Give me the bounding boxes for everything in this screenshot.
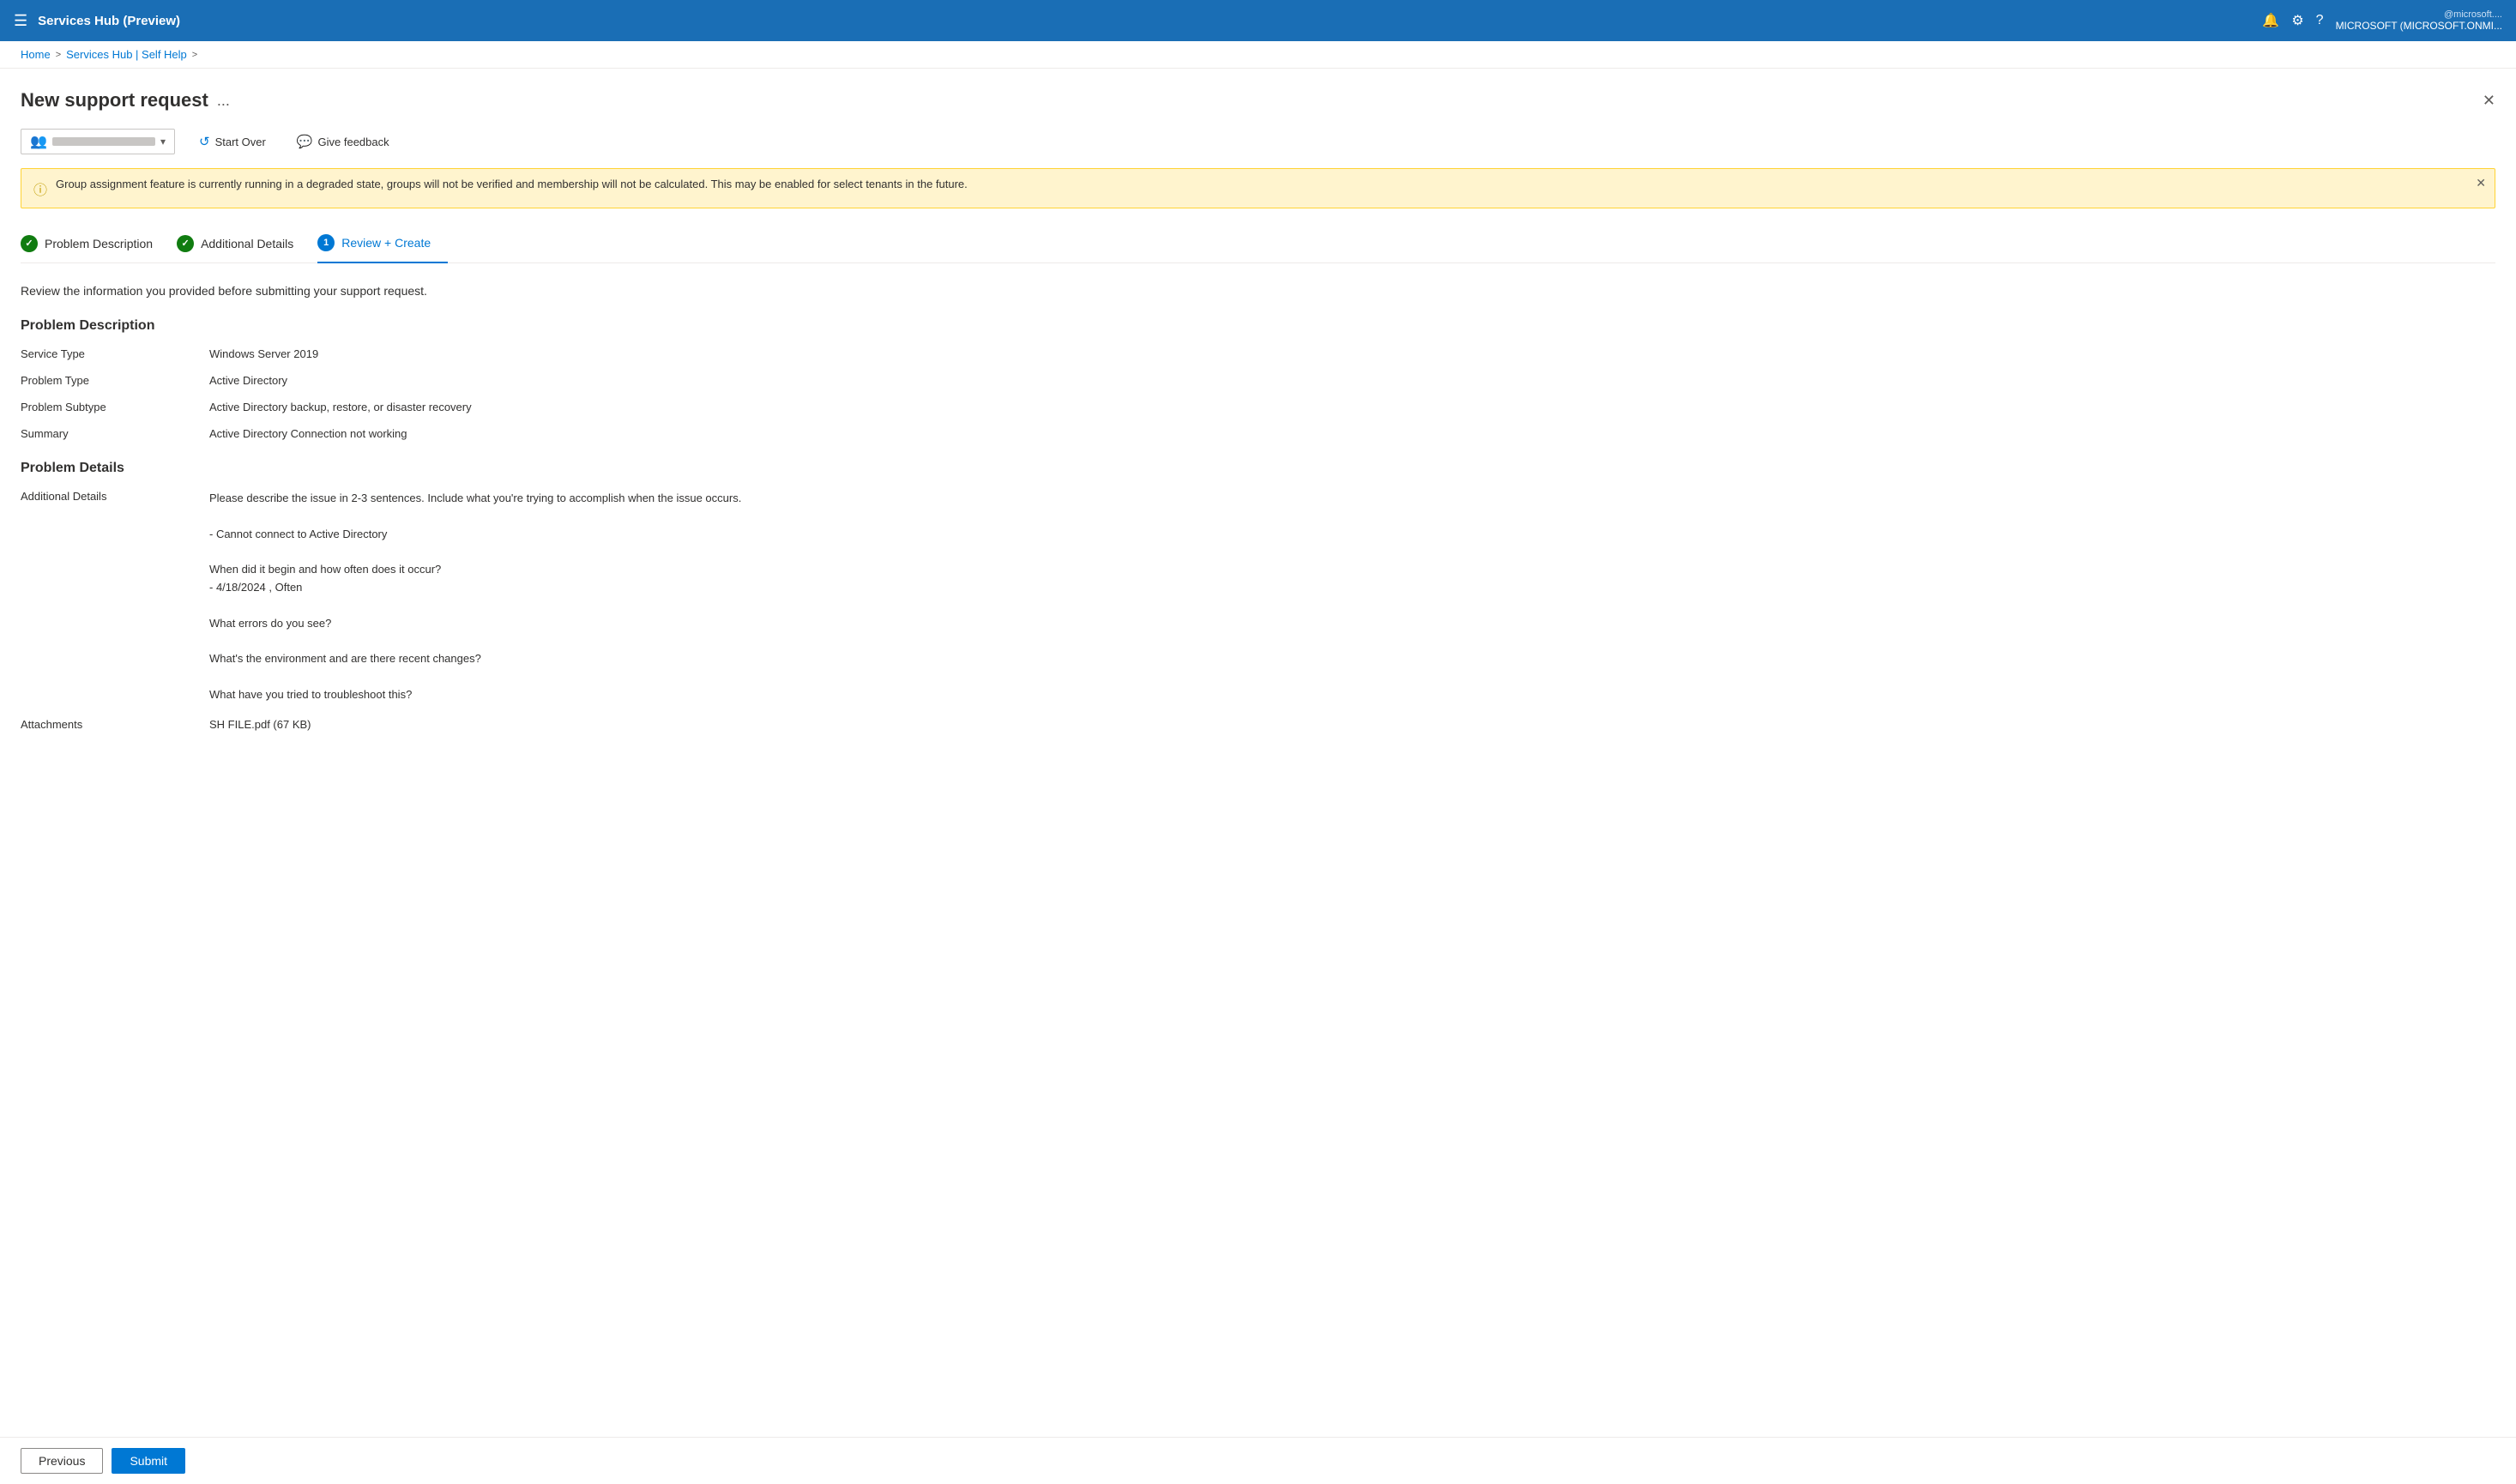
problem-subtype-row: Problem Subtype Active Directory backup,…	[21, 401, 2490, 413]
bell-icon[interactable]: 🔔	[2262, 12, 2279, 29]
service-type-value: Windows Server 2019	[209, 347, 2490, 360]
service-type-row: Service Type Windows Server 2019	[21, 347, 2490, 360]
user-info[interactable]: @microsoft.... MICROSOFT (MICROSOFT.ONMI…	[2336, 9, 2502, 32]
summary-label: Summary	[21, 427, 209, 440]
page-header: New support request ... ✕	[21, 89, 2495, 112]
attachments-row: Attachments SH FILE.pdf (67 KB)	[21, 718, 2490, 731]
review-content: Review the information you provided befo…	[21, 284, 2495, 813]
give-feedback-label: Give feedback	[318, 136, 389, 148]
help-icon[interactable]: ?	[2316, 13, 2324, 28]
group-selector[interactable]: 👥 ▾	[21, 129, 175, 154]
additional-details-row: Additional Details Please describe the i…	[21, 490, 2490, 704]
toolbar: 👥 ▾ ↺ Start Over 💬 Give feedback	[21, 129, 2495, 154]
step-1-label: Problem Description	[45, 237, 153, 250]
step-3-label: Review + Create	[341, 236, 431, 250]
additional-details-value: Please describe the issue in 2-3 sentenc…	[209, 490, 2490, 704]
breadcrumb-sep1: >	[56, 50, 61, 60]
top-bar-icons: 🔔 ⚙ ? @microsoft.... MICROSOFT (MICROSOF…	[2262, 9, 2502, 32]
review-intro-text: Review the information you provided befo…	[21, 284, 2490, 298]
feedback-icon: 💬	[297, 134, 313, 149]
service-type-label: Service Type	[21, 347, 209, 360]
main-content: New support request ... ✕ 👥 ▾ ↺ Start Ov…	[0, 69, 2516, 1479]
breadcrumb: Home > Services Hub | Self Help >	[0, 41, 2516, 69]
summary-value: Active Directory Connection not working	[209, 427, 2490, 440]
step-problem-description[interactable]: ✓ Problem Description	[21, 226, 170, 262]
group-bar	[52, 137, 155, 146]
attachments-label: Attachments	[21, 718, 209, 731]
close-button[interactable]: ✕	[2483, 92, 2495, 110]
warning-close-button[interactable]: ✕	[2476, 176, 2486, 190]
warning-text: Group assignment feature is currently ru…	[56, 178, 2483, 190]
top-bar: ☰ Services Hub (Preview) 🔔 ⚙ ? @microsof…	[0, 0, 2516, 41]
user-tenant: MICROSOFT (MICROSOFT.ONMI...	[2336, 20, 2502, 32]
page-container: ☰ Services Hub (Preview) 🔔 ⚙ ? @microsof…	[0, 0, 2516, 1484]
previous-button[interactable]: Previous	[21, 1448, 103, 1474]
problem-subtype-value: Active Directory backup, restore, or dis…	[209, 401, 2490, 413]
add-detail-line-5: - 4/18/2024 , Often	[209, 581, 302, 594]
summary-row: Summary Active Directory Connection not …	[21, 427, 2490, 440]
step-additional-details[interactable]: ✓ Additional Details	[177, 226, 311, 262]
step-2-circle: ✓	[177, 235, 194, 252]
add-detail-line-0: Please describe the issue in 2-3 sentenc…	[209, 492, 741, 504]
group-chevron-icon: ▾	[160, 136, 166, 148]
add-detail-line-11: What have you tried to troubleshoot this…	[209, 688, 412, 701]
step-review-create[interactable]: 1 Review + Create	[317, 226, 448, 263]
app-title: Services Hub (Preview)	[38, 14, 2252, 28]
bottom-bar: Previous Submit	[0, 1437, 2516, 1484]
problem-description-heading: Problem Description	[21, 318, 2490, 334]
add-detail-line-9: What's the environment and are there rec…	[209, 652, 481, 665]
breadcrumb-home[interactable]: Home	[21, 48, 51, 61]
start-over-label: Start Over	[215, 136, 266, 148]
step-1-circle: ✓	[21, 235, 38, 252]
problem-subtype-label: Problem Subtype	[21, 401, 209, 413]
give-feedback-button[interactable]: 💬 Give feedback	[290, 130, 396, 153]
user-email: @microsoft....	[2336, 9, 2502, 20]
start-over-button[interactable]: ↺ Start Over	[192, 130, 273, 153]
attachments-value: SH FILE.pdf (67 KB)	[209, 718, 2490, 731]
add-detail-line-2: - Cannot connect to Active Directory	[209, 528, 387, 540]
title-area: New support request ...	[21, 89, 230, 112]
steps-bar: ✓ Problem Description ✓ Additional Detai…	[21, 226, 2495, 263]
add-detail-line-7: What errors do you see?	[209, 617, 331, 630]
page-title: New support request	[21, 89, 208, 112]
warning-banner: ⓘ Group assignment feature is currently …	[21, 168, 2495, 208]
problem-details-heading: Problem Details	[21, 461, 2490, 476]
hamburger-icon[interactable]: ☰	[14, 12, 27, 30]
breadcrumb-selfhelp[interactable]: Services Hub | Self Help	[66, 48, 187, 61]
step-2-label: Additional Details	[201, 237, 293, 250]
additional-details-label: Additional Details	[21, 490, 209, 503]
problem-type-value: Active Directory	[209, 374, 2490, 387]
page-options-button[interactable]: ...	[217, 92, 230, 110]
warning-icon: ⓘ	[33, 178, 47, 199]
problem-type-row: Problem Type Active Directory	[21, 374, 2490, 387]
submit-button[interactable]: Submit	[112, 1448, 185, 1474]
gear-icon[interactable]: ⚙	[2291, 12, 2303, 29]
breadcrumb-sep2: >	[192, 50, 197, 60]
add-detail-line-4: When did it begin and how often does it …	[209, 563, 441, 576]
step-3-circle: 1	[317, 234, 335, 251]
start-over-icon: ↺	[199, 134, 210, 149]
group-icon: 👥	[30, 133, 47, 150]
problem-type-label: Problem Type	[21, 374, 209, 387]
